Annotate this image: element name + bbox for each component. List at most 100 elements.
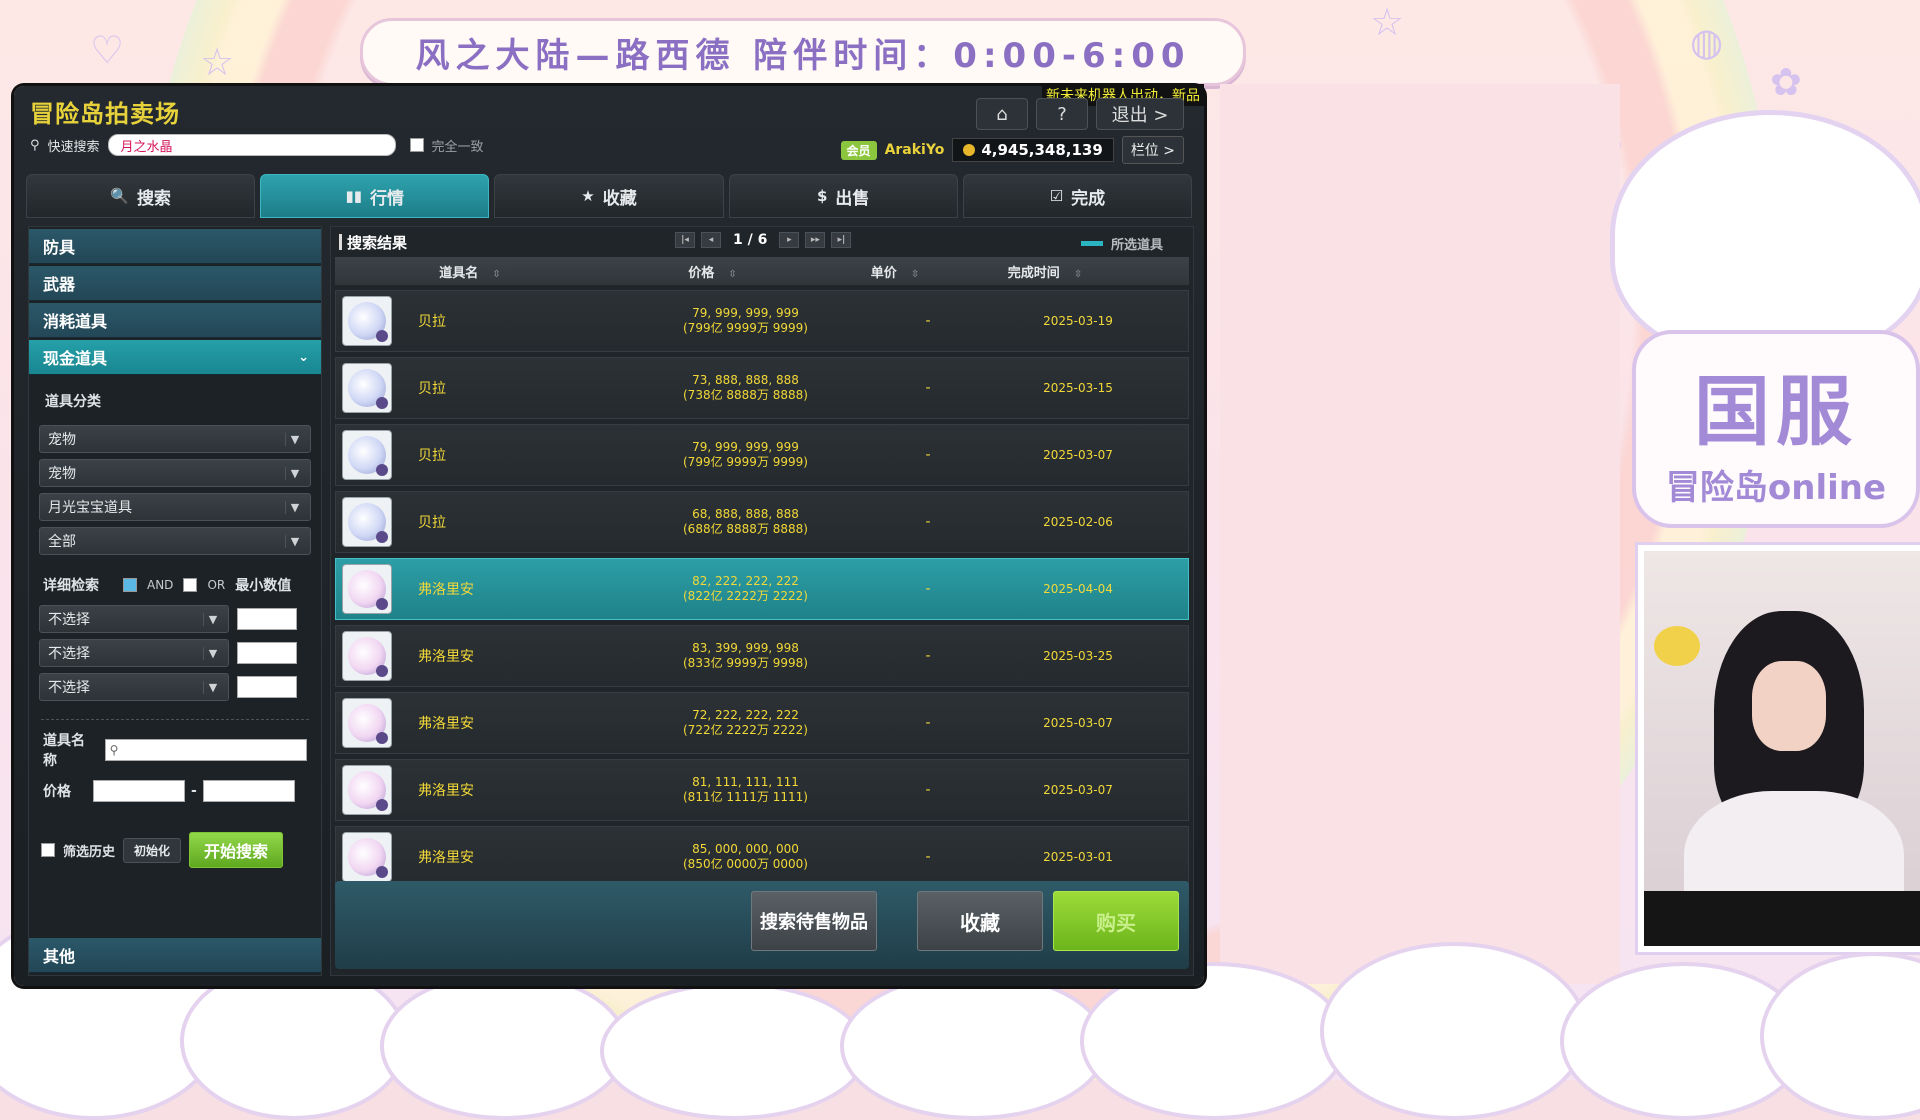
category-cash[interactable]: 现金道具 ⌄	[29, 340, 321, 375]
category-consumable[interactable]: 消耗道具	[29, 303, 321, 338]
item-icon	[342, 430, 392, 480]
help-button[interactable]: ?	[1036, 98, 1088, 130]
class-dropdown-2[interactable]: 宠物 ▼	[39, 459, 311, 487]
min-value-input-3[interactable]	[237, 676, 297, 698]
sort-icon: ⇳	[728, 268, 737, 280]
tab-favorites[interactable]: ★ 收藏	[494, 174, 724, 218]
detail-filter-3[interactable]: 不选择 ▼	[39, 673, 229, 701]
last-page-button[interactable]: ▸|	[831, 232, 852, 248]
price-max-input[interactable]	[202, 780, 295, 802]
table-row[interactable]: 弗洛里安 83, 399, 999, 998 (833亿 9999万 9998) …	[335, 625, 1189, 687]
complete-date: 2025-03-07	[1043, 716, 1113, 730]
price-value: 79, 999, 999, 999	[692, 306, 799, 320]
min-value-input-2[interactable]	[237, 642, 297, 664]
history-label: 筛选历史	[63, 844, 116, 860]
table-row[interactable]: 贝拉 73, 888, 888, 888 (738亿 8888万 8888) - …	[335, 357, 1189, 419]
and-checkbox[interactable]	[123, 578, 137, 592]
price-min-input[interactable]	[93, 780, 185, 802]
item-name: 贝拉	[418, 314, 446, 330]
buy-button[interactable]: 购买	[1053, 891, 1179, 951]
unit-price: -	[925, 849, 931, 865]
item-name: 弗洛里安	[418, 850, 474, 866]
page-indicator: 1 / 6	[733, 232, 768, 248]
col-complete-time[interactable]: 完成时间 ⇳	[970, 262, 1120, 281]
start-search-button[interactable]: 开始搜索	[189, 832, 284, 868]
next-group-button[interactable]: ▸▸	[805, 232, 826, 248]
table-row[interactable]: 贝拉 79, 999, 999, 999 (799亿 9999万 9999) - …	[335, 424, 1189, 486]
item-name: 贝拉	[418, 515, 446, 531]
item-name: 弗洛里安	[418, 783, 474, 799]
category-other[interactable]: 其他	[29, 938, 321, 973]
col-item-name[interactable]: 道具名 ⇳	[335, 262, 605, 281]
price-readable: (722亿 2222万 2222)	[683, 723, 808, 737]
price-readable: (822亿 2222万 2222)	[683, 589, 808, 603]
or-label: OR	[207, 578, 226, 592]
favorite-button[interactable]: 收藏	[917, 891, 1043, 951]
slot-button[interactable]: 栏位 >	[1121, 136, 1184, 164]
star-icon: ★	[581, 187, 595, 205]
search-pending-button[interactable]: 搜索待售物品	[751, 891, 877, 951]
reset-button[interactable]: 初始化	[123, 837, 182, 863]
table-row[interactable]: 贝拉 68, 888, 888, 888 (688亿 8888万 8888) - …	[335, 491, 1189, 553]
tab-complete[interactable]: ☑ 完成	[962, 174, 1193, 218]
table-row[interactable]: 弗洛里安 72, 222, 222, 222 (722亿 2222万 2222) …	[335, 692, 1189, 754]
peach-icon: ♡	[90, 28, 125, 72]
column-label: 单价	[870, 265, 897, 281]
check-icon: ☑	[1049, 187, 1064, 205]
col-unit-price[interactable]: 单价 ⇳	[820, 262, 970, 281]
stream-banner-text: 风之大陆—路西德 陪伴时间：0:00-6:00	[415, 35, 1191, 76]
class-dropdown-3[interactable]: 月光宝宝道具 ▼	[39, 493, 311, 521]
window-title: 冒险岛拍卖场	[30, 100, 180, 128]
stream-banner: 风之大陆—路西德 陪伴时间：0:00-6:00	[360, 18, 1246, 86]
tab-label: 行情	[370, 188, 405, 209]
category-armor[interactable]: 防具	[29, 229, 321, 264]
detail-search-label: 详细检索	[43, 578, 99, 594]
min-value-input-1[interactable]	[237, 608, 297, 630]
item-class-label: 道具分类	[45, 394, 101, 410]
table-row[interactable]: 贝拉 79, 999, 999, 999 (799亿 9999万 9999) - …	[335, 290, 1189, 352]
column-label: 完成时间	[1007, 265, 1060, 281]
col-price[interactable]: 价格 ⇳	[605, 262, 820, 281]
tab-market[interactable]: ▮▮ 行情	[260, 174, 490, 218]
category-weapon[interactable]: 武器	[29, 266, 321, 301]
tab-label: 完成	[1071, 188, 1106, 209]
history-checkbox[interactable]	[41, 843, 55, 857]
class-dropdown-1[interactable]: 宠物 ▼	[39, 425, 311, 453]
item-name-input[interactable]: ⚲	[104, 739, 307, 761]
detail-filter-1[interactable]: 不选择 ▼	[39, 605, 229, 633]
price-separator: -	[191, 783, 197, 799]
item-name: 弗洛里安	[418, 649, 474, 665]
first-page-button[interactable]: |◂	[675, 232, 695, 248]
table-row[interactable]: 弗洛里安 81, 111, 111, 111 (811亿 1111万 1111) …	[335, 759, 1189, 821]
chevron-down-icon: ⌄	[298, 349, 309, 365]
sort-icon: ⇳	[1073, 268, 1083, 280]
legend-swatch	[1080, 241, 1103, 246]
exact-match-checkbox[interactable]	[409, 138, 424, 152]
auction-house-window: 冒险岛拍卖场 新未来机器人出动，新品 ⌂ ? 退出 > ⚲ 快速搜索 月之水晶 …	[14, 84, 1204, 986]
table-header: 道具名 ⇳ 价格 ⇳ 单价 ⇳ 完成时间 ⇳	[335, 257, 1189, 285]
price-readable: (688亿 8888万 8888)	[683, 522, 808, 536]
pet-icon	[348, 436, 388, 476]
or-checkbox[interactable]	[183, 578, 198, 592]
chart-icon: ▮▮	[345, 187, 363, 205]
exit-button[interactable]: 退出 >	[1096, 98, 1184, 130]
item-icon	[342, 363, 392, 413]
bear-decoration	[1610, 110, 1920, 360]
table-row-selected[interactable]: 弗洛里安 82, 222, 222, 222 (822亿 2222万 2222) …	[335, 558, 1189, 620]
home-button[interactable]: ⌂	[976, 98, 1028, 130]
chevron-down-icon: ▼	[285, 432, 304, 446]
tab-search[interactable]: 🔍 搜索	[26, 174, 256, 218]
prev-page-button[interactable]: ◂	[701, 232, 721, 248]
class-dropdown-4[interactable]: 全部 ▼	[39, 527, 311, 555]
price-readable: (833亿 9999万 9998)	[683, 656, 808, 670]
tab-sell[interactable]: $ 出售	[728, 174, 958, 218]
item-icon	[342, 564, 392, 614]
legend-label: 所选道具	[1110, 238, 1163, 253]
quick-search-input[interactable]: 月之水晶	[107, 134, 396, 156]
item-price: 73, 888, 888, 888 (738亿 8888万 8888)	[638, 373, 853, 403]
complete-date: 2025-03-07	[1043, 448, 1113, 462]
selected-legend: 所选道具	[1080, 234, 1163, 253]
next-page-button[interactable]: ▸	[779, 232, 800, 248]
table-row[interactable]: 弗洛里安 85, 000, 000, 000 (850亿 0000万 0000) …	[335, 826, 1189, 888]
detail-filter-2[interactable]: 不选择 ▼	[39, 639, 229, 667]
